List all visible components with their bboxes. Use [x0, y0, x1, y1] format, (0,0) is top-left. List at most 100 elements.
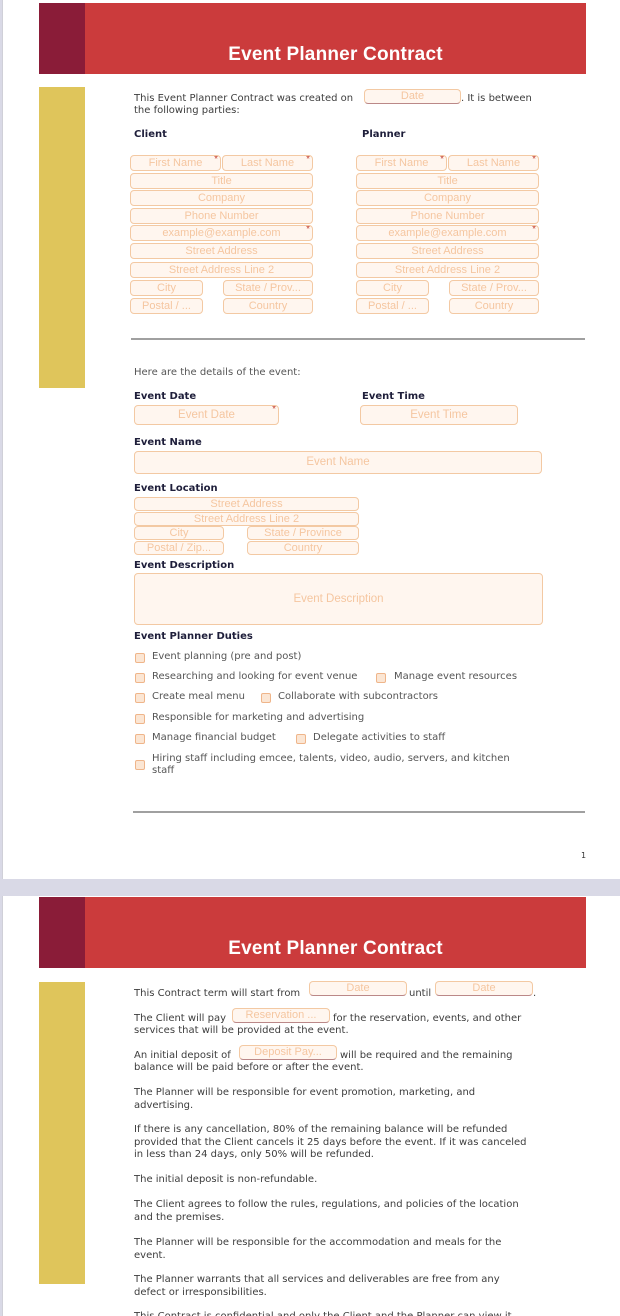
- contract-page-1: Event Planner Contract This Event Planne…: [2, 0, 620, 879]
- client-first-name-field[interactable]: First Name *: [130, 155, 221, 171]
- client-last-name-field[interactable]: Last Name *: [222, 155, 313, 171]
- clause-line: event.: [134, 1249, 166, 1261]
- planner-phone-field[interactable]: Phone Number: [356, 208, 539, 224]
- client-street2-field[interactable]: Street Address Line 2: [130, 262, 313, 278]
- client-country-field[interactable]: Country: [223, 298, 313, 314]
- pay-text-line2: services that will be provided at the ev…: [134, 1025, 349, 1036]
- deposit-amount-field[interactable]: Deposit Pay...: [239, 1045, 337, 1060]
- clause-line: The Planner warrants that all services a…: [134, 1274, 500, 1285]
- placeholder: example@example.com: [162, 227, 281, 239]
- location-country-field[interactable]: Country: [247, 541, 359, 555]
- planner-first-name-field[interactable]: First Name *: [356, 155, 447, 171]
- clause-line: advertising.: [134, 1099, 194, 1111]
- event-time-label: Event Time: [362, 391, 425, 402]
- duty-checkbox-hiring-staff[interactable]: [135, 760, 145, 770]
- document-title: Event Planner Contract: [228, 938, 443, 959]
- planner-state-field[interactable]: State / Prov...: [449, 280, 539, 296]
- placeholder: First Name: [148, 157, 203, 169]
- duty-checkbox-meal-menu[interactable]: [135, 693, 145, 703]
- clause-line: The Planner will be responsible for even…: [134, 1087, 476, 1098]
- clause-line: The initial deposit is non-refundable.: [134, 1174, 318, 1185]
- planner-country-field[interactable]: Country: [449, 298, 539, 314]
- intro-text: This Event Planner Contract was created …: [134, 93, 353, 106]
- contract-date-placeholder: Date: [400, 90, 425, 102]
- client-state-field[interactable]: State / Prov...: [223, 280, 313, 296]
- clause-confidential: This Contract is confidential and only t…: [134, 1311, 512, 1316]
- duty-label: Create meal menu: [152, 691, 245, 702]
- required-marker: *: [532, 155, 536, 165]
- clause-warranty: The Planner warrants that all services a…: [134, 1274, 500, 1299]
- client-company-field[interactable]: Company: [130, 190, 313, 206]
- required-marker: *: [440, 155, 444, 165]
- term-text-middle: until: [409, 988, 432, 999]
- client-street-field[interactable]: Street Address: [130, 243, 313, 259]
- planner-heading: Planner: [362, 129, 406, 140]
- contract-date-field[interactable]: Date: [364, 89, 461, 104]
- page-number: 1: [581, 851, 587, 860]
- client-postal-field[interactable]: Postal / ...: [130, 298, 203, 314]
- duty-checkbox-budget[interactable]: [135, 734, 145, 744]
- event-date-field[interactable]: Event Date *: [134, 405, 279, 425]
- duty-checkbox-venue[interactable]: [135, 673, 145, 683]
- placeholder: Last Name: [240, 157, 295, 169]
- event-description-label: Event Description: [134, 560, 235, 571]
- planner-postal-field[interactable]: Postal / ...: [356, 298, 429, 314]
- clause-rules: The Client agrees to follow the rules, r…: [134, 1199, 519, 1224]
- placeholder: example@example.com: [388, 227, 507, 239]
- term-end-date-field[interactable]: Date: [435, 981, 533, 996]
- event-location-label: Event Location: [134, 483, 218, 494]
- term-text-before: This Contract term will start from: [134, 988, 301, 999]
- duty-checkbox-delegate[interactable]: [296, 734, 306, 744]
- planner-street2-field[interactable]: Street Address Line 2: [356, 262, 539, 278]
- duty-checkbox-event-planning[interactable]: [135, 653, 145, 663]
- location-street-field[interactable]: Street Address: [134, 497, 359, 511]
- planner-city-field[interactable]: City: [356, 280, 429, 296]
- clause-accommodation: The Planner will be responsible for the …: [134, 1237, 501, 1262]
- section-divider: [131, 338, 585, 340]
- planner-last-name-field[interactable]: Last Name *: [448, 155, 539, 171]
- location-city-field[interactable]: City: [134, 526, 224, 540]
- reservation-amount-field[interactable]: Reservation ...: [232, 1008, 330, 1023]
- event-name-label: Event Name: [134, 437, 202, 448]
- required-marker: *: [532, 225, 536, 235]
- event-description-field[interactable]: Event Description: [134, 573, 543, 625]
- duty-checkbox-resources[interactable]: [376, 673, 386, 683]
- event-name-field[interactable]: Event Name: [134, 451, 542, 474]
- location-street2-field[interactable]: Street Address Line 2: [134, 512, 359, 526]
- planner-email-field[interactable]: example@example.com *: [356, 225, 539, 241]
- clause-cancellation: If there is any cancellation, 80% of the…: [134, 1124, 527, 1162]
- clause-line: If there is any cancellation, 80% of the…: [134, 1124, 508, 1135]
- planner-company-field[interactable]: Company: [356, 190, 539, 206]
- client-title-field[interactable]: Title: [130, 173, 313, 189]
- event-date-label: Event Date: [134, 391, 197, 402]
- clause-line: in less than 24 days, only 50% will be r…: [134, 1149, 374, 1160]
- decorative-side-bar: [39, 982, 85, 1284]
- term-start-date-field[interactable]: Date: [309, 981, 407, 996]
- planner-street-field[interactable]: Street Address: [356, 243, 539, 259]
- location-state-field[interactable]: State / Province: [247, 526, 359, 540]
- planner-title-field[interactable]: Title: [356, 173, 539, 189]
- client-phone-field[interactable]: Phone Number: [130, 208, 313, 224]
- required-marker: *: [272, 405, 276, 415]
- intro-line-2: the following parties:: [134, 105, 240, 116]
- intro-after: . It is between: [461, 93, 532, 104]
- duty-label: Hiring staff including emcee, talents, v…: [152, 753, 510, 764]
- required-marker: *: [306, 225, 310, 235]
- page-header: Event Planner Contract: [39, 3, 586, 74]
- clause-line: and the premises.: [134, 1211, 225, 1223]
- intro-before: This Event Planner Contract was created …: [134, 93, 354, 104]
- pay-text-after: for the reservation, events, and other: [333, 1013, 522, 1024]
- placeholder: Event Date: [178, 409, 235, 421]
- clause-line: The Planner will be responsible for the …: [134, 1237, 502, 1248]
- client-email-field[interactable]: example@example.com *: [130, 225, 313, 241]
- duty-checkbox-marketing[interactable]: [135, 714, 145, 724]
- client-city-field[interactable]: City: [130, 280, 203, 296]
- clause-promotion: The Planner will be responsible for even…: [134, 1087, 475, 1112]
- clause-line: The Client agrees to follow the rules, r…: [134, 1199, 519, 1210]
- section-divider: [133, 811, 585, 813]
- decorative-side-bar: [39, 87, 85, 388]
- event-time-field[interactable]: Event Time: [360, 405, 518, 425]
- location-postal-field[interactable]: Postal / Zip...: [134, 541, 224, 555]
- clause-line: provided that the Client cancels it 25 d…: [134, 1136, 527, 1148]
- duty-checkbox-subcontractors[interactable]: [261, 693, 271, 703]
